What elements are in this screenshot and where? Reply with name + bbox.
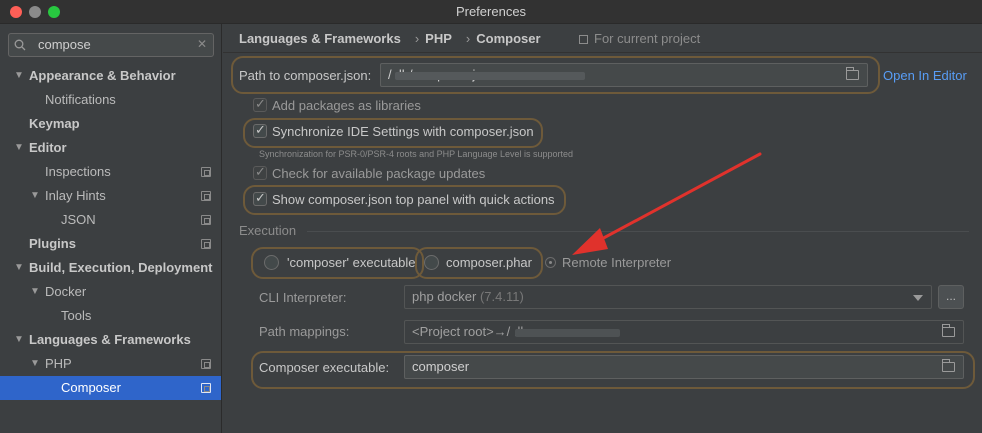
project-scope-icon bbox=[201, 359, 211, 369]
settings-search-field[interactable]: compose ✕ bbox=[8, 33, 214, 57]
folder-icon[interactable] bbox=[942, 359, 955, 372]
chevron-down-icon[interactable]: ▼ bbox=[30, 280, 40, 304]
folder-icon[interactable] bbox=[846, 67, 859, 80]
breadcrumb-languages-frameworks[interactable]: Languages & Frameworks bbox=[239, 31, 401, 46]
composer-phar-label: composer.phar bbox=[446, 255, 532, 270]
sidebar-item-label: Build, Execution, Deployment bbox=[29, 260, 213, 275]
sidebar-item-languages-frameworks[interactable]: ▼ Languages & Frameworks bbox=[0, 328, 221, 352]
sidebar-item-label: Languages & Frameworks bbox=[29, 332, 191, 347]
clear-search-icon[interactable]: ✕ bbox=[197, 37, 207, 51]
window-title: Preferences bbox=[455, 4, 527, 19]
composer-executable-path-label: Composer executable: bbox=[259, 360, 390, 375]
sync-ide-checkbox[interactable] bbox=[253, 122, 267, 138]
sidebar-item-inlay-hints[interactable]: ▼ Inlay Hints bbox=[0, 184, 221, 208]
redacted-text bbox=[515, 329, 620, 337]
check-updates-checkbox[interactable] bbox=[253, 164, 267, 180]
sidebar-item-tools[interactable]: Tools bbox=[0, 304, 221, 328]
sidebar-item-label: Composer bbox=[61, 380, 121, 395]
sidebar-item-label: Inlay Hints bbox=[45, 188, 106, 203]
sidebar-item-label: JSON bbox=[61, 212, 96, 227]
cli-interpreter-more-button[interactable]: ... bbox=[938, 285, 964, 309]
project-scope-icon bbox=[201, 215, 211, 225]
sidebar-item-label: Docker bbox=[45, 284, 87, 299]
remote-interpreter-label: Remote Interpreter bbox=[562, 255, 672, 270]
cli-interpreter-label: CLI Interpreter: bbox=[259, 290, 347, 305]
composer-executable-label: 'composer' executable bbox=[287, 255, 416, 270]
chevron-down-icon[interactable]: ▼ bbox=[14, 64, 24, 88]
folder-icon[interactable] bbox=[942, 324, 955, 337]
sidebar-item-inspections[interactable]: Inspections bbox=[0, 160, 221, 184]
show-panel-checkbox[interactable] bbox=[253, 190, 267, 206]
settings-content: Languages & Frameworks › PHP › Composer For … bbox=[223, 24, 982, 433]
composer-json-label: Path to composer.json: bbox=[239, 68, 372, 83]
chevron-down-icon[interactable]: ▼ bbox=[30, 352, 40, 376]
cli-interpreter-value: php docker (7.4.11) bbox=[412, 289, 524, 304]
composer-executable-radio[interactable] bbox=[264, 255, 279, 270]
cli-interpreter-version: (7.4.11) bbox=[479, 289, 524, 304]
sidebar-item-keymap[interactable]: Keymap bbox=[0, 112, 221, 136]
search-icon bbox=[14, 39, 26, 51]
breadcrumb-php[interactable]: PHP bbox=[425, 31, 452, 46]
composer-executable-path-value: composer bbox=[412, 359, 470, 374]
sync-note: Synchronization for PSR-0/PSR-4 roots an… bbox=[259, 149, 574, 159]
breadcrumb-separator: › bbox=[414, 31, 420, 46]
add-packages-label: Add packages as libraries bbox=[272, 98, 421, 113]
sidebar-item-docker[interactable]: ▼ Docker bbox=[0, 280, 221, 304]
project-scope-icon bbox=[201, 239, 211, 249]
show-panel-label: Show composer.json top panel with quick … bbox=[272, 192, 555, 207]
chevron-down-icon[interactable]: ▼ bbox=[14, 136, 24, 160]
sidebar-item-label: Editor bbox=[29, 140, 67, 155]
breadcrumb: Languages & Frameworks › PHP › Composer bbox=[239, 31, 547, 49]
execution-section-title: Execution bbox=[239, 223, 297, 238]
sidebar-item-label: Notifications bbox=[45, 92, 116, 107]
project-scope-icon bbox=[201, 191, 211, 201]
composer-executable-path-field[interactable]: composer bbox=[404, 355, 964, 379]
redacted-text bbox=[395, 72, 585, 80]
chevron-down-icon[interactable]: ▼ bbox=[14, 256, 24, 280]
chevron-down-icon[interactable] bbox=[913, 295, 923, 301]
project-scope-label: For current project bbox=[594, 31, 701, 46]
breadcrumb-separator: › bbox=[465, 31, 471, 46]
sidebar-item-label: Keymap bbox=[29, 116, 80, 131]
project-scope-note: For current project bbox=[579, 31, 700, 46]
project-scope-icon bbox=[579, 35, 588, 44]
sidebar-item-plugins[interactable]: Plugins bbox=[0, 232, 221, 256]
title-bar: Preferences bbox=[0, 0, 982, 24]
sidebar-item-label: PHP bbox=[45, 356, 72, 371]
add-packages-checkbox[interactable] bbox=[253, 96, 267, 112]
sidebar-item-appearance-behavior[interactable]: ▼ Appearance & Behavior bbox=[0, 64, 221, 88]
remote-interpreter-radio[interactable] bbox=[545, 257, 556, 268]
sidebar-item-label: Tools bbox=[61, 308, 92, 323]
sidebar-item-build-execution-deployment[interactable]: ▼ Build, Execution, Deployment bbox=[0, 256, 221, 280]
sidebar-item-composer[interactable]: Composer bbox=[0, 376, 221, 400]
sync-ide-label: Synchronize IDE Settings with composer.j… bbox=[272, 124, 534, 139]
project-scope-icon bbox=[201, 167, 211, 177]
search-input[interactable]: compose bbox=[38, 37, 91, 52]
sidebar-item-label: Inspections bbox=[45, 164, 111, 179]
open-in-editor-link[interactable]: Open In Editor bbox=[883, 68, 967, 83]
sidebar-item-label: Appearance & Behavior bbox=[29, 68, 176, 83]
project-scope-icon bbox=[201, 383, 211, 393]
sidebar-item-editor[interactable]: ▼ Editor bbox=[0, 136, 221, 160]
sidebar-item-json[interactable]: JSON bbox=[0, 208, 221, 232]
section-divider bbox=[307, 231, 969, 232]
cli-interpreter-name: php docker bbox=[412, 289, 477, 304]
breadcrumb-composer: Composer bbox=[476, 31, 541, 46]
path-mappings-label: Path mappings: bbox=[259, 324, 350, 339]
settings-sidebar: compose ✕ ▼ Appearance & Behavior Notifi… bbox=[0, 24, 222, 433]
chevron-down-icon[interactable]: ▼ bbox=[30, 184, 40, 208]
cli-interpreter-select[interactable]: php docker (7.4.11) bbox=[404, 285, 932, 309]
composer-json-path-field[interactable]: / .lh/composer.json bbox=[380, 63, 868, 87]
sidebar-item-label: Plugins bbox=[29, 236, 76, 251]
composer-phar-radio[interactable] bbox=[424, 255, 439, 270]
check-updates-label: Check for available package updates bbox=[272, 166, 486, 181]
chevron-down-icon[interactable]: ▼ bbox=[14, 328, 24, 352]
header-divider bbox=[223, 52, 982, 53]
sidebar-item-notifications[interactable]: Notifications bbox=[0, 88, 221, 112]
path-mappings-field[interactable]: <Project root>→/ .lh bbox=[404, 320, 964, 344]
sidebar-item-php[interactable]: ▼ PHP bbox=[0, 352, 221, 376]
path-mappings-value: <Project root>→/ .lh bbox=[412, 324, 528, 339]
